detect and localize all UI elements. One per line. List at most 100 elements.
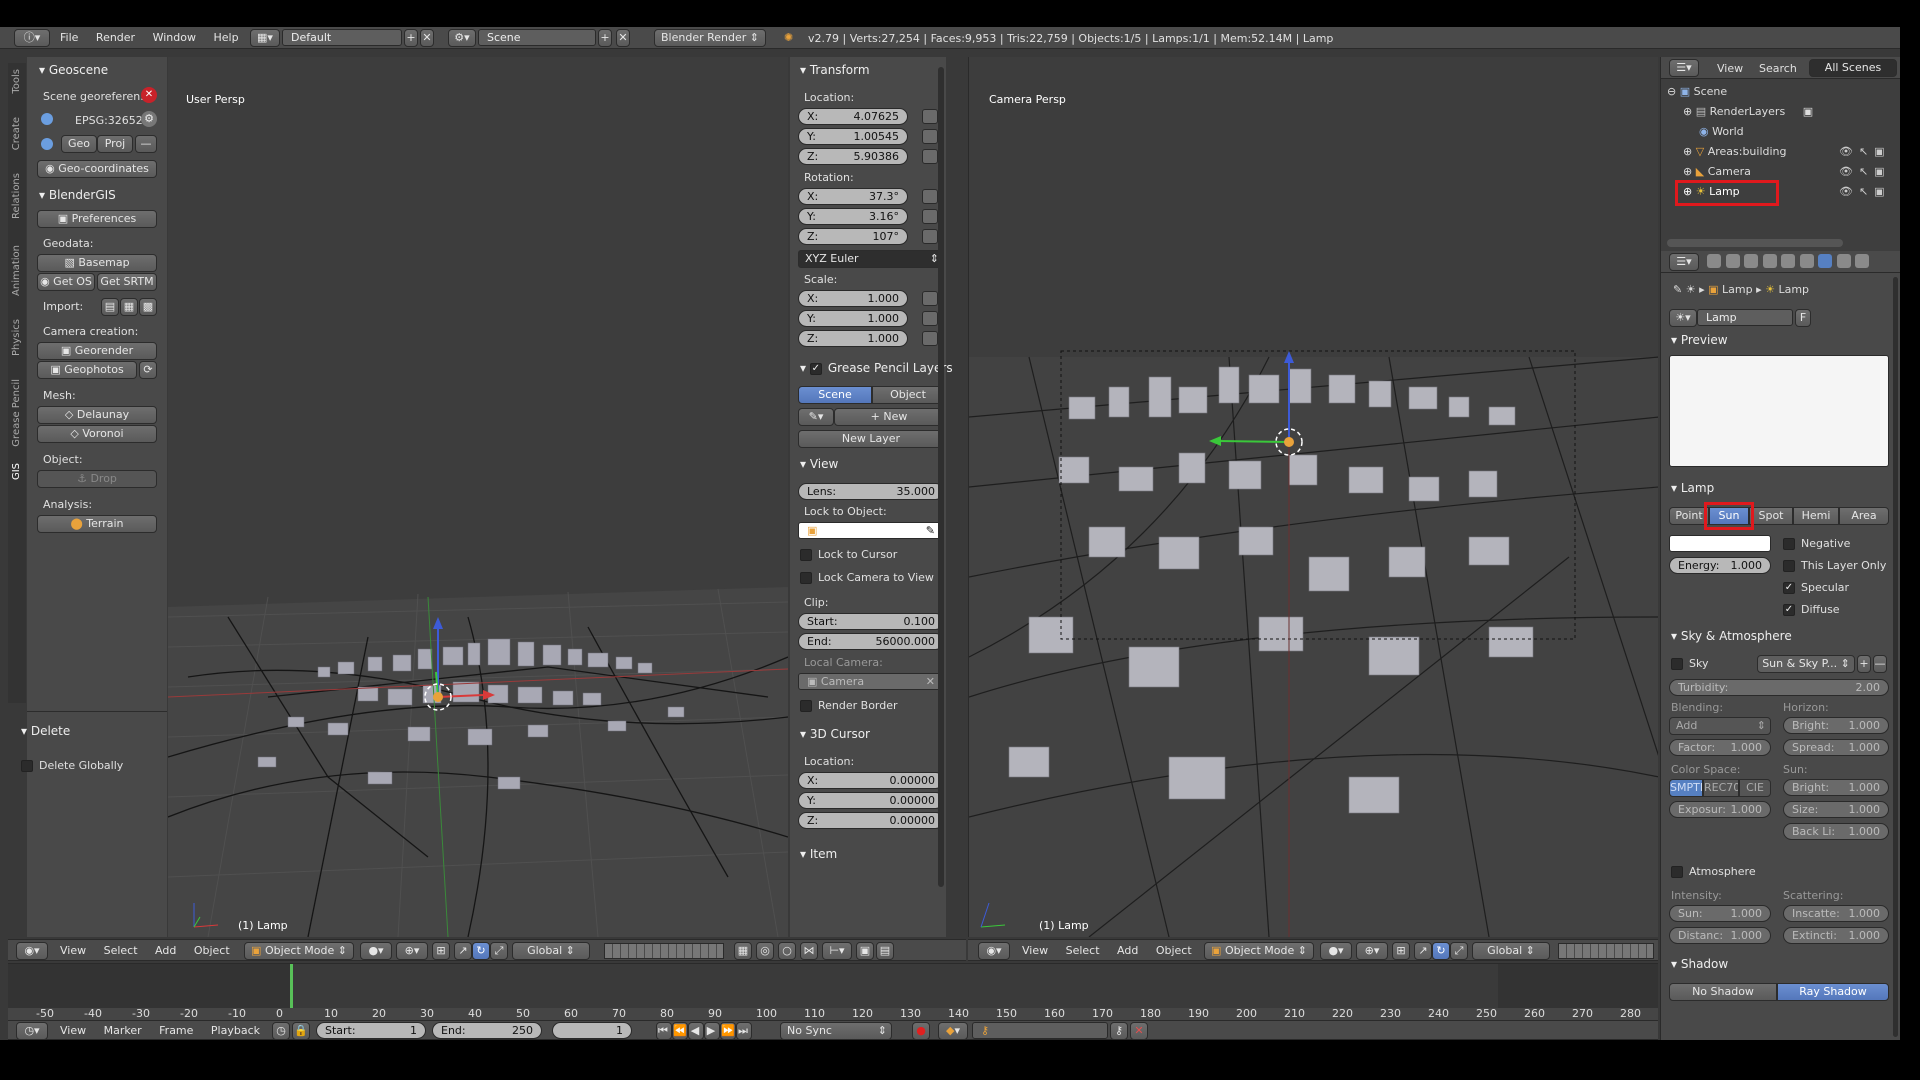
colorspace-cie[interactable]: CIE	[1739, 779, 1771, 797]
sky-preset-select[interactable]: Sun & Sky P... ⇕	[1757, 655, 1855, 673]
n-panel-scrollbar[interactable]	[938, 67, 944, 887]
render-layer-icon-left[interactable]: ◎	[756, 942, 774, 960]
colorspace-rec709[interactable]: REC70	[1703, 779, 1739, 797]
timeline-editor-type[interactable]: ◷▾	[16, 1022, 48, 1040]
cursor-x[interactable]: X: 0.00000	[798, 772, 944, 789]
location-z[interactable]: Z: 5.90386	[798, 148, 908, 165]
frame-end-field[interactable]: End: 250	[432, 1022, 542, 1039]
lock-layers-icon-left[interactable]: ▦	[734, 942, 752, 960]
menu-select-right[interactable]: Select	[1066, 944, 1100, 957]
scale-z[interactable]: Z: 1.000	[798, 330, 908, 347]
tab-tools[interactable]: Tools	[11, 69, 22, 94]
transform-panel-title[interactable]: ▾ Transform	[800, 63, 870, 77]
record-icon[interactable]: ●	[912, 1022, 930, 1040]
outliner-menu-search[interactable]: Search	[1759, 62, 1797, 75]
menu-object-right[interactable]: Object	[1156, 944, 1192, 957]
location-y[interactable]: Y: 1.00545	[798, 128, 908, 145]
diffuse-box[interactable]: ✓	[1783, 604, 1795, 616]
play-reverse-icon[interactable]: ◀	[688, 1022, 704, 1040]
spread-field[interactable]: Spread: 1.000	[1783, 739, 1889, 756]
tab-grease-pencil[interactable]: Grease Pencil	[11, 379, 22, 447]
lens-field[interactable]: Lens: 35.000	[798, 483, 944, 500]
snap-mode-left[interactable]: ⊢▾	[822, 942, 852, 960]
georender-button[interactable]: ▣ Georender	[37, 342, 157, 360]
sky-preset-add-icon[interactable]: +	[1857, 655, 1871, 673]
import-shp-icon[interactable]: ▤	[101, 298, 119, 316]
layers-grid-left[interactable]	[604, 943, 724, 959]
item-panel-title[interactable]: ▾ Item	[800, 847, 837, 861]
rotate-icon-right[interactable]: ↻	[1432, 942, 1450, 960]
sky-atmosphere-panel-title[interactable]: ▾ Sky & Atmosphere	[1671, 629, 1792, 643]
menu-add-right[interactable]: Add	[1117, 944, 1138, 957]
lock-range-icon[interactable]: 🔒	[292, 1022, 310, 1040]
render-border-box[interactable]	[800, 700, 812, 712]
menu-file[interactable]: File	[60, 31, 78, 44]
lock-location-x-icon[interactable]	[922, 109, 938, 124]
this-layer-only-checkbox[interactable]: This Layer Only	[1783, 559, 1886, 572]
import-raster-icon[interactable]: ▦	[120, 298, 138, 316]
lock-rotation-y-icon[interactable]	[922, 209, 938, 224]
scene-field[interactable]: Scene	[478, 29, 596, 46]
fake-user-button[interactable]: F	[1795, 309, 1811, 327]
opengl-anim-icon-left[interactable]: ▤	[876, 942, 894, 960]
proj-button[interactable]: Proj	[97, 135, 133, 153]
voronoi-button[interactable]: ◇ Voronoi	[37, 425, 157, 443]
prev-keyframe-icon[interactable]: ⏪	[672, 1022, 688, 1040]
lock-scale-z-icon[interactable]	[922, 331, 938, 346]
outliner-editor-type[interactable]: ☰▾	[1669, 59, 1699, 77]
constraints-tab-icon[interactable]	[1799, 254, 1814, 268]
scale-icon-right[interactable]: ⤢	[1450, 942, 1468, 960]
outliner-filter-select[interactable]: All Scenes	[1809, 59, 1897, 77]
jump-end-icon[interactable]: ⏭	[736, 1022, 752, 1040]
exposure-field[interactable]: Exposur: 1.000	[1669, 801, 1771, 818]
geophotos-refresh-icon[interactable]: ⟳	[139, 361, 157, 379]
gp-scene-button[interactable]: Scene	[798, 386, 872, 404]
scale-y[interactable]: Y: 1.000	[798, 310, 908, 327]
gp-enable-box[interactable]: ✓	[809, 362, 822, 375]
lock-location-y-icon[interactable]	[922, 129, 938, 144]
lamp-browse-icon[interactable]: ☀▾	[1669, 309, 1697, 327]
blend-mode-select[interactable]: Add ⇕	[1669, 717, 1771, 735]
import-georaster-icon[interactable]: ▩	[139, 298, 157, 316]
frame-start-field[interactable]: Start: 1	[316, 1022, 426, 1039]
negative-box[interactable]	[1783, 538, 1795, 550]
rotation-mode-select[interactable]: XYZ Euler ⇕	[798, 250, 944, 268]
lamp-panel-title[interactable]: ▾ Lamp	[1671, 481, 1714, 495]
ray-shadow-button[interactable]: Ray Shadow	[1777, 983, 1889, 1001]
current-frame-field[interactable]: 1	[552, 1022, 632, 1039]
texture-tab-icon[interactable]	[1836, 254, 1851, 268]
location-x[interactable]: X: 4.07625	[798, 108, 908, 125]
timeline-menu-view[interactable]: View	[60, 1024, 86, 1037]
3d-cursor-panel-title[interactable]: ▾ 3D Cursor	[800, 727, 870, 741]
viewport-right[interactable]: Camera Persp (1) Lamp	[968, 57, 1658, 937]
opengl-render-icon-left[interactable]: ▣	[856, 942, 874, 960]
sun-bright-field[interactable]: Bright: 1.000	[1783, 779, 1889, 796]
layout-add-icon[interactable]: +	[404, 29, 418, 47]
outliner-item-renderlayers[interactable]: ⊕ ▤ RenderLayers ▣	[1683, 105, 1813, 118]
menu-add-left[interactable]: Add	[155, 944, 176, 957]
georef-error-icon[interactable]: ✕	[141, 87, 157, 103]
current-frame-line[interactable]	[290, 964, 293, 1008]
local-camera-field[interactable]: ▣ Camera ✕	[798, 673, 944, 690]
inscattering-field[interactable]: Inscatte: 1.000	[1783, 905, 1889, 922]
outliner-menu-view[interactable]: View	[1717, 62, 1743, 75]
lock-location-z-icon[interactable]	[922, 149, 938, 164]
blendergis-panel-title[interactable]: ▾ BlenderGIS	[39, 188, 116, 202]
shading-select-left[interactable]: ●▾	[360, 942, 392, 960]
scale-x[interactable]: X: 1.000	[798, 290, 908, 307]
layout-field[interactable]: Default	[282, 29, 402, 46]
lamp-color-swatch[interactable]	[1669, 535, 1771, 552]
menu-render[interactable]: Render	[96, 31, 135, 44]
energy-field[interactable]: Energy: 1.000	[1669, 557, 1771, 574]
menu-object-left[interactable]: Object	[194, 944, 230, 957]
sky-box[interactable]	[1671, 658, 1683, 670]
scene-icon[interactable]: ⚙▾	[448, 29, 476, 47]
timeline[interactable]: -50 -40 -30 -20 -10 0 10 20 30 40 50 60 70 80 90 100 110…	[8, 963, 1658, 1021]
horizon-bright-field[interactable]: Bright: 1.000	[1783, 717, 1889, 734]
intensity-sun-field[interactable]: Sun: 1.000	[1669, 905, 1771, 922]
menu-help[interactable]: Help	[213, 31, 238, 44]
tab-animation[interactable]: Animation	[11, 245, 22, 296]
view3d-editor-type-right[interactable]: ◉▾	[978, 942, 1010, 960]
translate-icon-left[interactable]: ↗	[454, 942, 472, 960]
extinction-field[interactable]: Extincti: 1.000	[1783, 927, 1889, 944]
